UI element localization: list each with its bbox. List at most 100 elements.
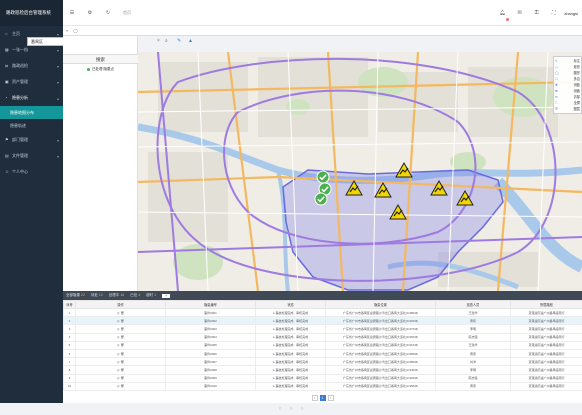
delete-icon[interactable]: 🗑︎ — [120, 368, 124, 372]
col-header[interactable]: 序号 — [63, 300, 76, 309]
map-tool-label: 图层 — [573, 107, 580, 111]
table-row[interactable]: 3 ◎ 🗑︎ 事件0003 ● 事故处理完成 · 审核完成 广东省广州市番禺区迎… — [63, 324, 582, 334]
warning-marker-icon[interactable] — [374, 182, 392, 198]
sidebar-item[interactable]: ▣ 资产管理 ▾ — [0, 74, 63, 90]
fullscreen-icon[interactable]: ⛶ — [545, 10, 562, 16]
table-row[interactable]: 5 ◎ 🗑︎ 事件0005 ● 事故处理完成 · 审核完成 广东省广州市番禺区迎… — [63, 340, 582, 350]
delete-icon[interactable]: 🗑︎ — [120, 319, 124, 323]
sidebar-subitem-label: 隐患轨迹 — [10, 122, 26, 128]
delete-icon[interactable]: 🗑︎ — [120, 384, 124, 388]
status-tab[interactable]: 全部隐患22 — [66, 293, 85, 298]
table-row[interactable]: 2 ◎ 🗑︎ 事件0002 ● 事故处理完成 · 审核完成 广东省广州市番禺区迎… — [63, 316, 582, 326]
cell-actions: ◎ 🗑︎ — [75, 316, 166, 326]
page-button[interactable]: › — [327, 394, 334, 401]
chart-icon: ◔ — [5, 95, 8, 100]
status-text: 事故处理完成 · 审核完成 — [275, 376, 309, 381]
table-row[interactable]: 7 ◎ 🗑︎ 事件0007 ● 事故处理完成 · 审核完成 广东省广州市番禺区迎… — [63, 357, 582, 367]
col-header[interactable]: 操作 — [75, 300, 166, 309]
status-tab[interactable]: 超时1 — [146, 293, 156, 298]
table-row[interactable]: 9 ◎ 🗑︎ 事件0009 ● 事故处理完成 · 审核完成 广东省广州市番禺区迎… — [63, 373, 582, 383]
status-tab[interactable]: 待处12 — [91, 293, 103, 298]
sidebar-subitem[interactable]: 隐患轨迹 — [0, 119, 63, 132]
col-header[interactable]: 隐患编号 — [165, 300, 256, 309]
warning-marker-icon[interactable] — [395, 162, 413, 178]
zoom-out-icon[interactable]: ○ — [278, 406, 281, 412]
cell-road: 京港澳高速广州番禺段南行 — [510, 348, 582, 359]
status-tab[interactable]: 已处4 — [130, 293, 140, 298]
message-icon[interactable]: ✉ — [511, 10, 528, 16]
clear-icon[interactable]: × — [157, 38, 160, 44]
cell-id: 事件0003 — [165, 324, 256, 334]
cell-no: 8 — [63, 365, 76, 375]
col-header[interactable]: 巡查人员 — [435, 300, 511, 309]
chevron-icon: ▾ — [56, 47, 59, 53]
col-header[interactable]: 所属路段 — [510, 300, 582, 309]
delete-icon[interactable]: 🗑︎ — [120, 311, 124, 315]
sidebar-item[interactable]: ▤ 文件管理 ▾ — [0, 148, 63, 164]
search-icon[interactable]: ⌕ — [165, 38, 168, 44]
cell-actions: ◎ 🗑︎ — [75, 357, 166, 367]
sidebar-item[interactable]: ☺ 个人中心 — [0, 164, 63, 180]
map-tool[interactable]: ☰ 图层 — [555, 106, 580, 112]
delete-icon[interactable]: 🗑︎ — [120, 335, 124, 339]
cell-person: 黄伟 — [435, 381, 511, 391]
warning-marker-icon[interactable] — [389, 204, 407, 220]
reset-icon[interactable]: ○ — [301, 406, 304, 412]
box-icon: ▣ — [5, 79, 9, 84]
delete-icon[interactable]: 🗑︎ — [120, 360, 124, 364]
map-view[interactable] — [138, 52, 582, 291]
table-row[interactable]: 6 ◎ 🗑︎ 事件0006 ● 事故处理完成 · 审核完成 广东省广州市番禺区迎… — [63, 348, 582, 359]
zoom-in-icon[interactable]: ○ — [289, 406, 292, 412]
chevron-icon: ▾ — [56, 153, 59, 159]
sidebar-item[interactable]: ⚑ 部门管理 ▾ — [0, 132, 63, 148]
sidebar-item[interactable]: ◔ 隐患分析 ▴ — [0, 90, 63, 106]
draw-icon[interactable]: ✎ — [177, 38, 181, 44]
status-text: 事故处理完成 · 审核完成 — [275, 343, 309, 348]
chevron-icon: ▴ — [56, 95, 59, 101]
warning-marker-icon[interactable] — [456, 190, 474, 206]
status-tab-count: 16 — [120, 293, 125, 297]
status-tab-label: 待处 — [90, 293, 98, 297]
sidebar-item[interactable]: ⛕ 路政巡检 ▾ — [0, 58, 63, 74]
table-row[interactable]: 8 ◎ 🗑︎ 事件0008 ● 事故处理完成 · 审核完成 广东省广州市番禺区迎… — [63, 365, 582, 375]
refresh-icon[interactable]: ↻ — [99, 10, 117, 16]
page-button[interactable]: ‹ — [311, 394, 318, 401]
breadcrumb[interactable]: 首页 — [123, 10, 131, 16]
tab-add-button[interactable]: + — [162, 293, 171, 298]
table-row[interactable]: 1 ◎ 🗑︎ 事件0001 ● 事故处理完成 · 审核完成 广东省广州市番禺区迎… — [63, 307, 582, 318]
cell-road: 京港澳高速广州番禺段南行 — [510, 307, 582, 318]
menu-icon[interactable]: ☰ — [63, 10, 81, 16]
table-row[interactable]: 10 ◎ 🗑︎ 事件0010 ● 事故处理完成 · 审核完成 广东省广州市番禺区… — [63, 381, 582, 391]
delete-icon[interactable]: 🗑︎ — [120, 343, 124, 347]
map-canvas[interactable] — [138, 52, 582, 291]
cell-person: 黄伟 — [435, 348, 511, 359]
delete-icon[interactable]: 🗑︎ — [120, 376, 124, 380]
delete-icon[interactable]: 🗑︎ — [120, 327, 124, 331]
back-icon[interactable]: « — [66, 28, 68, 33]
sidebar-subitem[interactable]: 隐患地图分布 — [0, 106, 63, 119]
warning-marker-icon[interactable] — [430, 180, 448, 196]
locate-icon[interactable]: ▲ — [188, 38, 193, 44]
home-tab-icon[interactable]: ◯ — [73, 28, 77, 33]
cell-location: 广东省广州市番禺区迎宾路沙湾出口番禺大道北(0.97KM) — [325, 324, 436, 334]
col-header[interactable]: 状态 — [255, 300, 326, 309]
chevron-icon: ▾ — [56, 79, 59, 85]
status-text: 事故处理完成 · 审核完成 — [275, 335, 309, 340]
settings-icon[interactable]: ⚙ — [81, 10, 99, 16]
table-row[interactable]: 4 ◎ 🗑︎ 事件0004 ● 事故处理完成 · 审核完成 广东省广州市番禺区迎… — [63, 332, 582, 342]
chevron-icon: ▾ — [56, 31, 59, 37]
legend-item[interactable]: 已处理 隐患点 — [87, 67, 114, 72]
resolved-marker-icon[interactable] — [314, 192, 328, 206]
cell-road: 京港澳高速广州番禺段南行 — [510, 381, 582, 391]
col-header[interactable]: 隐患位置 — [325, 300, 436, 309]
cell-id: 事件0001 — [165, 307, 256, 318]
user-name[interactable]: zhangsi — [564, 11, 578, 16]
warning-marker-icon[interactable] — [345, 180, 363, 196]
notification-icon[interactable]: 🔔︎ — [494, 10, 511, 21]
status-tab[interactable]: 处理中16 — [109, 293, 124, 298]
lock-icon[interactable]: ⚿ — [528, 10, 545, 16]
cell-id: 事件0007 — [165, 357, 256, 367]
delete-icon[interactable]: 🗑︎ — [120, 352, 124, 356]
page-button[interactable]: 1 — [319, 394, 326, 401]
status-tabs: 全部隐患22 待处12 处理中16 已处4 超时1 + — [63, 291, 582, 300]
